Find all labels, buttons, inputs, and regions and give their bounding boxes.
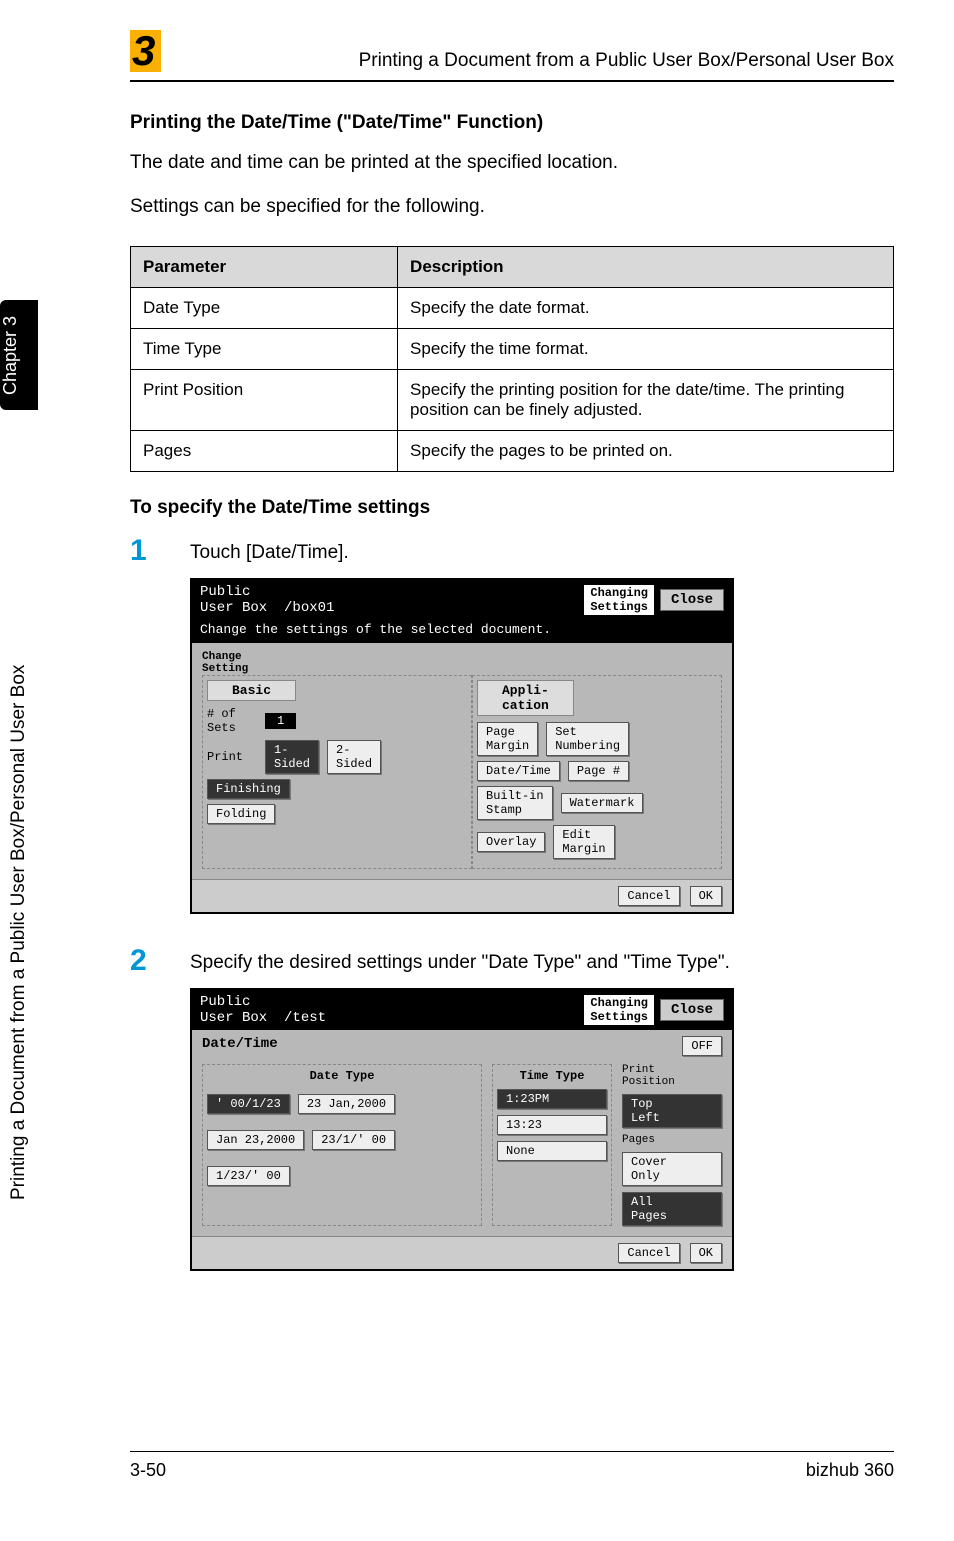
screen-path: Public User Box /box01 [200,584,334,616]
page-number-right: bizhub 360 [806,1460,894,1481]
step-number: 2 [130,944,190,978]
intro-text-1: The date and time can be printed at the … [130,149,894,178]
date-opt-2[interactable]: 23 Jan,2000 [298,1094,395,1114]
sub-heading: To specify the Date/Time settings [130,497,894,519]
screen-subtitle: Change the settings of the selected docu… [192,620,732,643]
pages-label: Pages [622,1134,722,1146]
screenshot-1: Public User Box /box01 Changing Settings… [190,578,734,914]
time-type-title: Time Type [497,1069,607,1083]
sets-value: 1 [265,713,296,729]
overlay-button[interactable]: Overlay [477,832,545,852]
table-cell: Time Type [131,329,398,370]
table-cell: Date Type [131,288,398,329]
off-button[interactable]: OFF [682,1036,722,1056]
table-row: Date Type Specify the date format. [131,288,894,329]
changing-settings-tag: Changing Settings [584,995,654,1025]
step-text: Touch [Date/Time]. [190,534,349,564]
date-opt-5[interactable]: 1/23/' 00 [207,1166,290,1186]
table-row: Print Position Specify the printing posi… [131,370,894,431]
table-row: Pages Specify the pages to be printed on… [131,431,894,472]
ok-button[interactable]: OK [690,886,722,906]
screenshot-2: Public User Box /test Changing Settings … [190,988,734,1271]
time-opt-2[interactable]: 13:23 [497,1115,607,1135]
page-footer: 3-50 bizhub 360 [130,1451,894,1481]
header-title: Printing a Document from a Public User B… [191,50,894,72]
date-time-button[interactable]: Date/Time [477,761,560,781]
page-margin-button[interactable]: Page Margin [477,722,538,756]
ok-button[interactable]: OK [690,1243,722,1263]
parameter-table: Parameter Description Date Type Specify … [130,246,894,472]
table-row: Time Type Specify the time format. [131,329,894,370]
time-opt-3[interactable]: None [497,1141,607,1161]
tab-application[interactable]: Appli- cation [477,680,574,716]
tab-basic[interactable]: Basic [207,680,296,701]
table-cell: Pages [131,431,398,472]
two-sided-button[interactable]: 2- Sided [327,740,381,774]
print-position-label: Print Position [622,1064,722,1088]
date-time-title: Date/Time [202,1036,278,1056]
table-cell: Specify the pages to be printed on. [398,431,894,472]
step-text: Specify the desired settings under "Date… [190,944,730,974]
table-header-description: Description [398,247,894,288]
cover-only-button[interactable]: Cover Only [622,1152,722,1186]
table-cell: Specify the date format. [398,288,894,329]
side-vertical-title: Printing a Document from a Public User B… [0,450,38,1200]
close-button[interactable]: Close [660,999,724,1021]
intro-text-2: Settings can be specified for the follow… [130,193,894,222]
step-1: 1 Touch [Date/Time]. [130,534,894,568]
sets-label: # of Sets [207,707,257,735]
step-2: 2 Specify the desired settings under "Da… [130,944,894,978]
cancel-button[interactable]: Cancel [618,1243,679,1263]
table-header-parameter: Parameter [131,247,398,288]
changing-settings-tag: Changing Settings [584,585,654,615]
time-opt-1[interactable]: 1:23PM [497,1089,607,1109]
builtin-stamp-button[interactable]: Built-in Stamp [477,786,553,820]
table-cell: Specify the time format. [398,329,894,370]
page-number-button[interactable]: Page # [568,761,629,781]
section-heading: Printing the Date/Time ("Date/Time" Func… [130,112,894,134]
date-opt-4[interactable]: 23/1/' 00 [312,1130,395,1150]
close-button[interactable]: Close [660,589,724,611]
date-opt-1[interactable]: ' 00/1/23 [207,1094,290,1114]
date-type-title: Date Type [207,1069,477,1083]
set-numbering-button[interactable]: Set Numbering [546,722,629,756]
step-number: 1 [130,534,190,568]
screen-path: Public User Box /test [200,994,326,1026]
one-sided-button[interactable]: 1- Sided [265,740,319,774]
table-cell: Specify the printing position for the da… [398,370,894,431]
print-label: Print [207,750,257,764]
cancel-button[interactable]: Cancel [618,886,679,906]
watermark-button[interactable]: Watermark [561,793,644,813]
change-setting-label: Change Setting [202,651,722,675]
page-header: 3 Printing a Document from a Public User… [130,30,894,82]
top-left-button[interactable]: Top Left [622,1094,722,1128]
finishing-button[interactable]: Finishing [207,779,290,799]
edit-margin-button[interactable]: Edit Margin [553,825,614,859]
date-opt-3[interactable]: Jan 23,2000 [207,1130,304,1150]
page-number-left: 3-50 [130,1460,166,1481]
side-chapter-tab: Chapter 3 [0,300,38,410]
table-cell: Print Position [131,370,398,431]
all-pages-button[interactable]: All Pages [622,1192,722,1226]
chapter-number: 3 [130,30,161,72]
folding-button[interactable]: Folding [207,804,275,824]
